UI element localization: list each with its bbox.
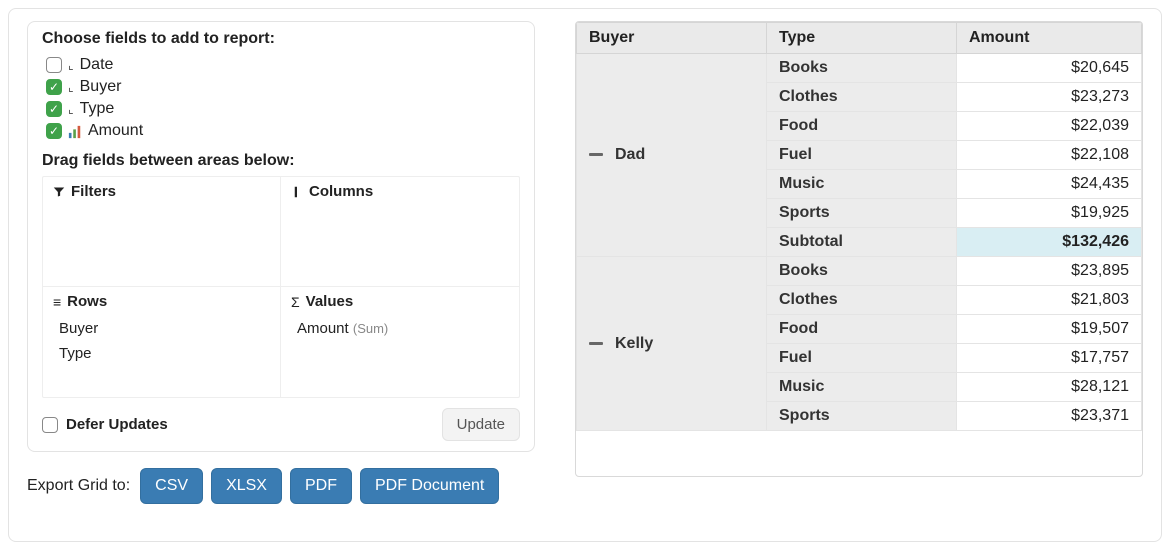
amount-cell[interactable]: $17,757 [957, 344, 1142, 373]
field-checkbox[interactable]: ✓ [46, 79, 62, 95]
field-label: Buyer [80, 78, 122, 96]
measure-icon [68, 123, 82, 140]
update-button[interactable]: Update [442, 408, 520, 441]
subtotal-label-cell: Subtotal [767, 228, 957, 257]
amount-cell[interactable]: $22,108 [957, 141, 1142, 170]
area-rows-item[interactable]: Type [53, 341, 270, 366]
dimension-icon: ⌞ [68, 80, 74, 94]
amount-cell[interactable]: $23,273 [957, 83, 1142, 112]
field-label: Amount [88, 122, 143, 140]
type-cell[interactable]: Clothes [767, 83, 957, 112]
type-cell[interactable]: Fuel [767, 344, 957, 373]
columns-icon [291, 186, 303, 198]
amount-cell[interactable]: $21,803 [957, 286, 1142, 315]
defer-checkbox[interactable] [42, 417, 58, 433]
area-rows-item[interactable]: Buyer [53, 316, 270, 341]
amount-cell[interactable]: $19,925 [957, 199, 1142, 228]
value-field-label: Amount [297, 320, 349, 337]
amount-cell[interactable]: $19,507 [957, 315, 1142, 344]
amount-cell[interactable]: $22,039 [957, 112, 1142, 141]
field-label: Date [80, 56, 114, 74]
subtotal-amount-cell: $132,426 [957, 228, 1142, 257]
col-header-type[interactable]: Type [767, 23, 957, 54]
dimension-icon: ⌞ [68, 58, 74, 72]
filter-icon [53, 186, 65, 198]
collapse-icon[interactable] [589, 342, 603, 345]
amount-cell[interactable]: $28,121 [957, 373, 1142, 402]
area-filters[interactable]: Filters [43, 177, 281, 287]
type-cell[interactable]: Books [767, 257, 957, 286]
area-values-item[interactable]: Amount (Sum) [291, 316, 509, 341]
type-cell[interactable]: Music [767, 170, 957, 199]
values-icon: Σ [291, 294, 300, 310]
area-values[interactable]: Σ Values Amount (Sum) [281, 287, 519, 397]
field-checkbox[interactable]: ✓ [46, 101, 62, 117]
defer-updates-toggle[interactable]: Defer Updates [42, 416, 168, 433]
area-values-label: Values [306, 293, 354, 310]
rows-icon: ≡ [53, 294, 61, 310]
field-checkbox[interactable]: ✓ [46, 123, 62, 139]
table-row[interactable]: KellyBooks$23,895 [577, 257, 1142, 286]
field-label: Type [80, 100, 115, 118]
collapse-icon[interactable] [589, 153, 603, 156]
type-cell[interactable]: Sports [767, 199, 957, 228]
type-cell[interactable]: Clothes [767, 286, 957, 315]
field-chooser-title: Choose fields to add to report: [42, 30, 520, 48]
export-pdf-button[interactable]: PDF [290, 468, 352, 504]
value-agg-label: (Sum) [353, 321, 388, 336]
field-checkbox[interactable] [46, 57, 62, 73]
field-item-buyer[interactable]: ✓ ⌞ Buyer [46, 76, 520, 98]
field-item-amount[interactable]: ✓ Amount [46, 120, 520, 142]
areas-title: Drag fields between areas below: [42, 152, 520, 170]
pivot-grid[interactable]: Buyer Type Amount DadBooks$20,645Clothes… [575, 21, 1143, 477]
area-columns-label: Columns [309, 183, 373, 200]
amount-cell[interactable]: $23,895 [957, 257, 1142, 286]
type-cell[interactable]: Books [767, 54, 957, 83]
amount-cell[interactable]: $24,435 [957, 170, 1142, 199]
export-label: Export Grid to: [27, 477, 130, 495]
buyer-group-cell[interactable]: Kelly [577, 257, 767, 431]
export-csv-button[interactable]: CSV [140, 468, 203, 504]
type-cell[interactable]: Food [767, 112, 957, 141]
type-cell[interactable]: Fuel [767, 141, 957, 170]
col-header-amount[interactable]: Amount [957, 23, 1142, 54]
area-rows[interactable]: ≡ Rows BuyerType [43, 287, 281, 397]
table-row[interactable]: DadBooks$20,645 [577, 54, 1142, 83]
buyer-name: Dad [615, 146, 645, 163]
type-cell[interactable]: Music [767, 373, 957, 402]
area-rows-label: Rows [67, 293, 107, 310]
amount-cell[interactable]: $23,371 [957, 402, 1142, 431]
dimension-icon: ⌞ [68, 102, 74, 116]
area-filters-label: Filters [71, 183, 116, 200]
type-cell[interactable]: Sports [767, 402, 957, 431]
export-xlsx-button[interactable]: XLSX [211, 468, 282, 504]
defer-label: Defer Updates [66, 416, 168, 433]
amount-cell[interactable]: $20,645 [957, 54, 1142, 83]
field-item-type[interactable]: ✓ ⌞ Type [46, 98, 520, 120]
buyer-group-cell[interactable]: Dad [577, 54, 767, 257]
field-item-date[interactable]: ⌞ Date [46, 54, 520, 76]
export-pdf-document-button[interactable]: PDF Document [360, 468, 499, 504]
col-header-buyer[interactable]: Buyer [577, 23, 767, 54]
area-columns[interactable]: Columns [281, 177, 519, 287]
buyer-name: Kelly [615, 335, 653, 352]
type-cell[interactable]: Food [767, 315, 957, 344]
